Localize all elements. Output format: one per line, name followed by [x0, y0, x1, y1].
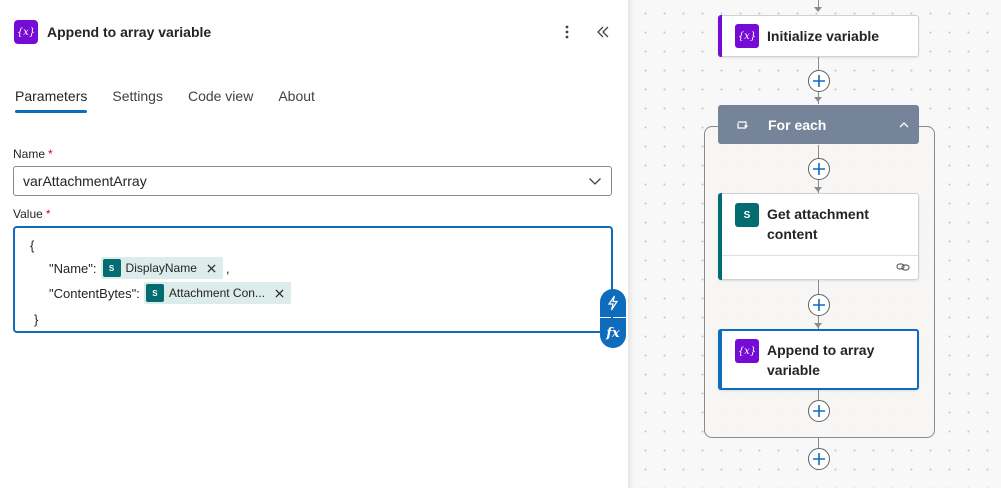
card-title: Initialize variable [767, 28, 880, 44]
value-label-text: Value [13, 207, 43, 221]
add-action-button[interactable] [808, 70, 830, 92]
sharepoint-icon: S [735, 203, 759, 227]
panel-title: Append to array variable [47, 24, 212, 40]
panel-tabs: Parameters Settings Code view About [15, 88, 340, 113]
token-label: DisplayName [125, 261, 197, 275]
close-icon [207, 263, 216, 273]
variable-icon: {x} [735, 339, 759, 363]
tab-code-view[interactable]: Code view [188, 88, 253, 113]
close-brace: } [34, 311, 39, 327]
remove-token-button[interactable] [205, 261, 219, 275]
foreach-header[interactable]: For each [718, 105, 919, 144]
close-icon [275, 288, 284, 298]
add-action-button[interactable] [808, 448, 830, 470]
close-brace-line: } [34, 310, 38, 328]
link-icon [896, 263, 910, 271]
panel-header: {x} Append to array variable [14, 19, 614, 45]
token-label: Attachment Con... [168, 286, 265, 300]
chevron-down-icon [589, 178, 601, 185]
add-action-button[interactable] [808, 158, 830, 180]
add-action-button[interactable] [808, 400, 830, 422]
contentbytes-line: "ContentBytes": S Attachment Con... [49, 282, 291, 304]
arrow-down-icon [814, 7, 822, 12]
get-attachment-content-card[interactable]: S Get attachment content [718, 193, 919, 280]
tab-about[interactable]: About [278, 88, 315, 113]
chevron-double-left-icon [597, 26, 609, 38]
sharepoint-icon: S [145, 284, 164, 302]
more-vertical-icon [565, 25, 569, 39]
collapse-panel-button[interactable] [592, 21, 614, 43]
card-title-line-1: Append to array [767, 342, 875, 358]
sharepoint-icon: S [102, 259, 121, 277]
displayname-token[interactable]: S DisplayName [100, 257, 223, 279]
card-title-line-2: content [767, 226, 818, 242]
arrow-down-icon [814, 97, 822, 102]
name-key: "Name": [49, 260, 97, 276]
tab-settings[interactable]: Settings [112, 88, 163, 113]
card-accent [718, 193, 722, 280]
chevron-up-icon[interactable] [898, 119, 910, 131]
plus-icon [813, 453, 825, 465]
loop-icon [737, 120, 748, 129]
fx-icon: fx [606, 325, 620, 341]
name-label-text: Name [13, 147, 46, 161]
header-actions [556, 21, 614, 43]
lightning-icon [607, 295, 619, 311]
connector [818, 390, 819, 400]
flow-canvas[interactable]: {x} Initialize variable For each S Get a… [628, 0, 1001, 488]
card-accent [718, 329, 722, 390]
connector [818, 438, 819, 448]
append-to-array-variable-card[interactable]: {x} Append to array variable [718, 329, 919, 390]
variable-icon: {x} [735, 24, 759, 48]
name-dropdown-value: varAttachmentArray [23, 173, 147, 189]
arrow-down-icon [814, 323, 822, 328]
value-field-label: Value * [13, 207, 50, 221]
card-accent [718, 15, 722, 57]
attachment-content-token[interactable]: S Attachment Con... [143, 282, 291, 304]
expression-button[interactable]: fx [600, 318, 626, 348]
variable-icon: {x} [14, 20, 38, 44]
contentbytes-key: "ContentBytes": [49, 285, 140, 301]
required-marker: * [45, 207, 51, 221]
card-title-line-1: Get attachment [767, 206, 869, 222]
arrow-down-icon [814, 187, 822, 192]
action-details-panel: {x} Append to array variable Parameters … [0, 0, 628, 488]
add-action-button[interactable] [808, 294, 830, 316]
plus-icon [813, 163, 825, 175]
remove-token-button[interactable] [273, 286, 287, 300]
card-divider [722, 255, 918, 256]
initialize-variable-card[interactable]: {x} Initialize variable [718, 15, 919, 57]
foreach-title: For each [768, 116, 827, 133]
required-marker: * [48, 147, 53, 161]
plus-icon [813, 405, 825, 417]
dynamic-content-button[interactable] [600, 289, 626, 317]
more-options-button[interactable] [556, 21, 578, 43]
comma: , [225, 260, 230, 276]
name-line: "Name": S DisplayName , [49, 257, 230, 279]
open-brace-line: { [30, 236, 34, 254]
name-field-label: Name * [13, 147, 53, 161]
value-editor[interactable]: { "Name": S DisplayName , "ContentBytes"… [13, 226, 613, 333]
plus-icon [813, 75, 825, 87]
tab-parameters[interactable]: Parameters [15, 88, 88, 113]
name-dropdown[interactable]: varAttachmentArray [13, 166, 612, 196]
card-title-line-2: variable [767, 362, 820, 378]
open-brace: { [30, 237, 35, 253]
plus-icon [813, 299, 825, 311]
